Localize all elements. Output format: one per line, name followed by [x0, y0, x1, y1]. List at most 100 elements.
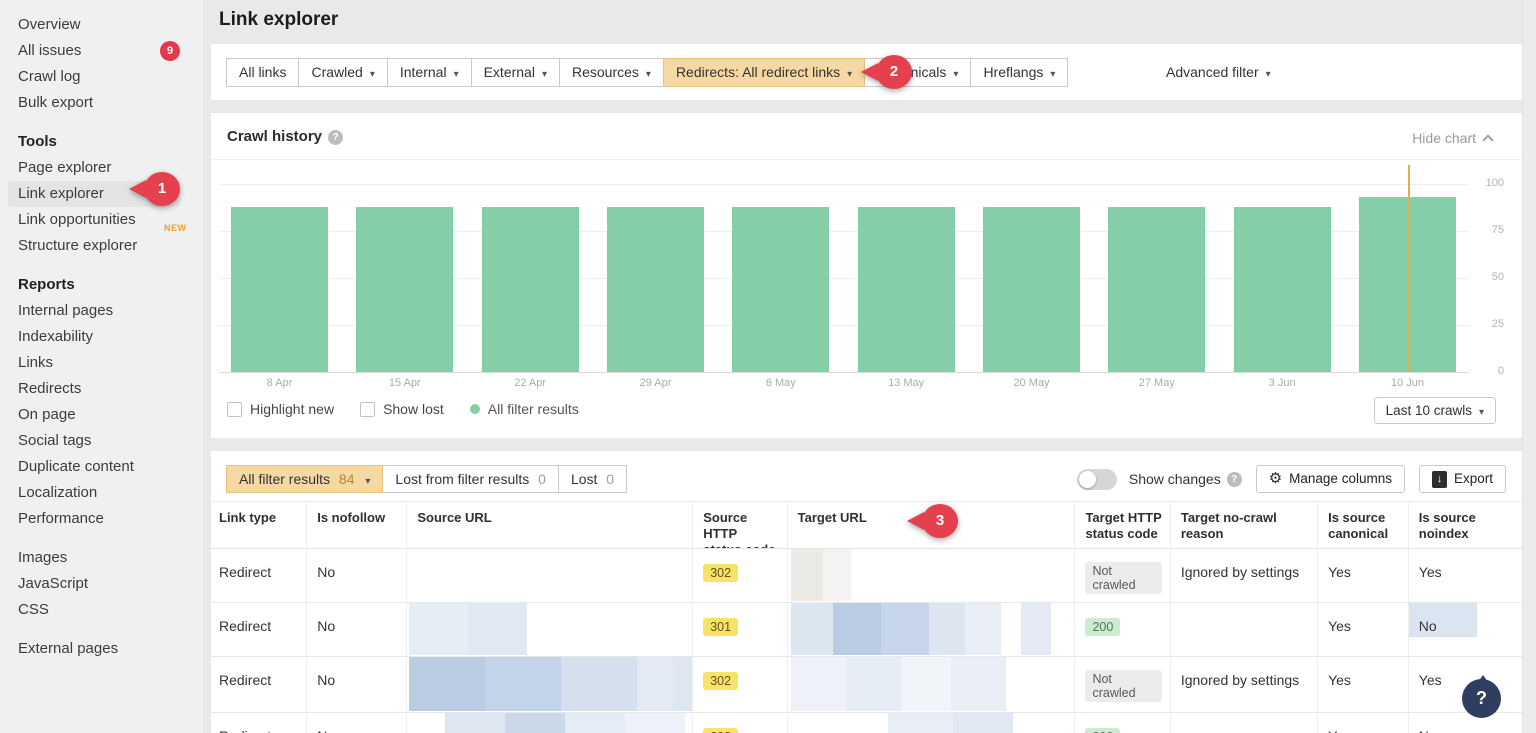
highlight-new-checkbox[interactable] [227, 402, 242, 417]
status-badge: Not crawled [1085, 562, 1161, 594]
main-content: Link explorer All links Crawled Internal… [203, 0, 1536, 733]
sidebar-item-structure-explorer[interactable]: Structure explorer [18, 233, 203, 259]
table-row[interactable]: Redirect No 302 200 Yes No [211, 713, 1522, 733]
target-url-redacted [787, 603, 1075, 656]
col-link-type[interactable]: Link type [211, 502, 306, 548]
filter-chip-external[interactable]: External [471, 58, 560, 87]
caret-down-icon [847, 61, 852, 88]
crawl-history-panel: Crawl history? Hide chart 8 Apr15 Apr22 … [211, 113, 1522, 438]
col-is-nofollow[interactable]: Is nofollow [306, 502, 406, 548]
status-badge: 302 [703, 728, 738, 733]
filter-chip-crawled[interactable]: Crawled [298, 58, 387, 87]
table-row[interactable]: Redirect No 302 Not crawled Ignored by s… [211, 657, 1522, 713]
chart-legend: All filter results [470, 401, 579, 417]
bar-8-apr [231, 207, 328, 372]
sidebar-item-links[interactable]: Links [18, 350, 203, 376]
source-url-redacted [406, 657, 692, 712]
sidebar-item-overview[interactable]: Overview [18, 12, 203, 38]
sidebar-item-css[interactable]: CSS [18, 597, 203, 623]
table-actions: Show changes ? Manage columns Export [1077, 465, 1506, 493]
x-tick-label: 13 May [858, 377, 955, 389]
sidebar-item-duplicate-content[interactable]: Duplicate content [18, 454, 203, 480]
bar-20-may [983, 207, 1080, 372]
target-url-redacted [787, 657, 1075, 712]
help-button[interactable]: ? [1462, 679, 1501, 718]
sidebar-item-crawl-log[interactable]: Crawl log [18, 64, 203, 90]
x-tick-label: 22 Apr [482, 377, 579, 389]
filter-chip-hreflangs[interactable]: Hreflangs [970, 58, 1068, 87]
col-source-http-status[interactable]: Source HTTP status code [692, 502, 786, 548]
col-source-url[interactable]: Source URL [406, 502, 692, 548]
bar-3-jun [1234, 207, 1331, 372]
sidebar-item-link-opportunities[interactable]: Link opportunities NEW [18, 207, 203, 233]
sidebar-item-bulk-export[interactable]: Bulk export [18, 90, 203, 116]
scrollbar-track[interactable] [1522, 0, 1536, 733]
gear-icon [1269, 466, 1282, 492]
sidebar-item-performance[interactable]: Performance [18, 506, 203, 532]
sidebar-item-all-issues[interactable]: All issues 9 [18, 38, 203, 64]
x-tick-label: 29 Apr [607, 377, 704, 389]
sidebar-item-external-pages[interactable]: External pages [18, 636, 203, 662]
sidebar-item-on-page[interactable]: On page [18, 402, 203, 428]
sidebar-section-tools: Tools [18, 129, 203, 155]
col-target-http-status[interactable]: Target HTTP status code [1074, 502, 1169, 548]
chevron-up-icon [1482, 134, 1493, 145]
callout-marker-1: 1 [144, 172, 180, 206]
chart-title: Crawl history? [227, 128, 343, 145]
show-changes-toggle[interactable] [1077, 469, 1117, 490]
col-is-source-noindex[interactable]: Is source noindex [1408, 502, 1522, 548]
tab-all-filter-results[interactable]: All filter results 84 [226, 465, 383, 493]
sidebar-item-internal-pages[interactable]: Internal pages [18, 298, 203, 324]
redacted-blur [791, 549, 851, 601]
sidebar-item-javascript[interactable]: JavaScript [18, 571, 203, 597]
sidebar-item-indexability[interactable]: Indexability [18, 324, 203, 350]
filter-chip-all-links[interactable]: All links [226, 58, 299, 87]
sidebar-item-localization[interactable]: Localization [18, 480, 203, 506]
sidebar-item-social-tags[interactable]: Social tags [18, 428, 203, 454]
x-axis-labels: 8 Apr15 Apr22 Apr29 Apr6 May13 May20 May… [231, 377, 1456, 389]
export-button[interactable]: Export [1419, 465, 1506, 493]
hide-chart-button[interactable]: Hide chart [1412, 130, 1492, 146]
bar-chart [231, 184, 1456, 372]
tab-lost[interactable]: Lost 0 [558, 465, 627, 493]
filter-chip-resources[interactable]: Resources [559, 58, 664, 87]
manage-columns-button[interactable]: Manage columns [1256, 465, 1405, 493]
divider [211, 159, 1522, 160]
sidebar-item-images[interactable]: Images [18, 545, 203, 571]
crawl-range-dropdown[interactable]: Last 10 crawls [1374, 397, 1496, 424]
advanced-filter-button[interactable]: Advanced filter [1166, 58, 1271, 87]
y-tick-label: 0 [1474, 365, 1504, 377]
y-tick-label: 75 [1474, 224, 1504, 236]
filter-chip-redirects-active[interactable]: Redirects: All redirect links [663, 58, 865, 87]
legend-dot-icon [470, 404, 480, 414]
callout-marker-2: 2 [876, 55, 912, 89]
app-window: Overview All issues 9 Crawl log Bulk exp… [0, 0, 1536, 733]
x-tick-label: 3 Jun [1234, 377, 1331, 389]
show-lost-checkbox[interactable] [360, 402, 375, 417]
source-url-redacted [406, 549, 692, 602]
x-tick-label: 27 May [1108, 377, 1205, 389]
bar-13-may [858, 207, 955, 372]
table-row[interactable]: Redirect No 301 200 Yes No [211, 603, 1522, 657]
caret-down-icon [1050, 61, 1055, 88]
x-tick-label: 15 Apr [356, 377, 453, 389]
help-icon[interactable]: ? [1227, 472, 1242, 487]
tab-lost-from-filter-results[interactable]: Lost from filter results 0 [382, 465, 559, 493]
callout-marker-3: 3 [922, 504, 958, 538]
source-url-redacted [406, 603, 692, 656]
help-icon[interactable]: ? [328, 130, 343, 145]
col-is-source-canonical[interactable]: Is source canonical [1317, 502, 1408, 548]
col-target-no-crawl-reason[interactable]: Target no-crawl reason [1170, 502, 1317, 548]
bar-29-apr [607, 207, 704, 372]
tab-count: 0 [538, 471, 546, 487]
redacted-blur [888, 713, 1013, 733]
x-tick-label: 6 May [732, 377, 829, 389]
table-row[interactable]: Redirect No 302 Not crawled Ignored by s… [211, 549, 1522, 603]
bar-15-apr [356, 207, 453, 372]
current-crawl-marker-line [1408, 165, 1410, 372]
sidebar-item-redirects[interactable]: Redirects [18, 376, 203, 402]
status-badge: 302 [703, 672, 738, 690]
sidebar: Overview All issues 9 Crawl log Bulk exp… [0, 0, 203, 733]
filter-chip-internal[interactable]: Internal [387, 58, 472, 87]
status-badge: 302 [703, 564, 738, 582]
